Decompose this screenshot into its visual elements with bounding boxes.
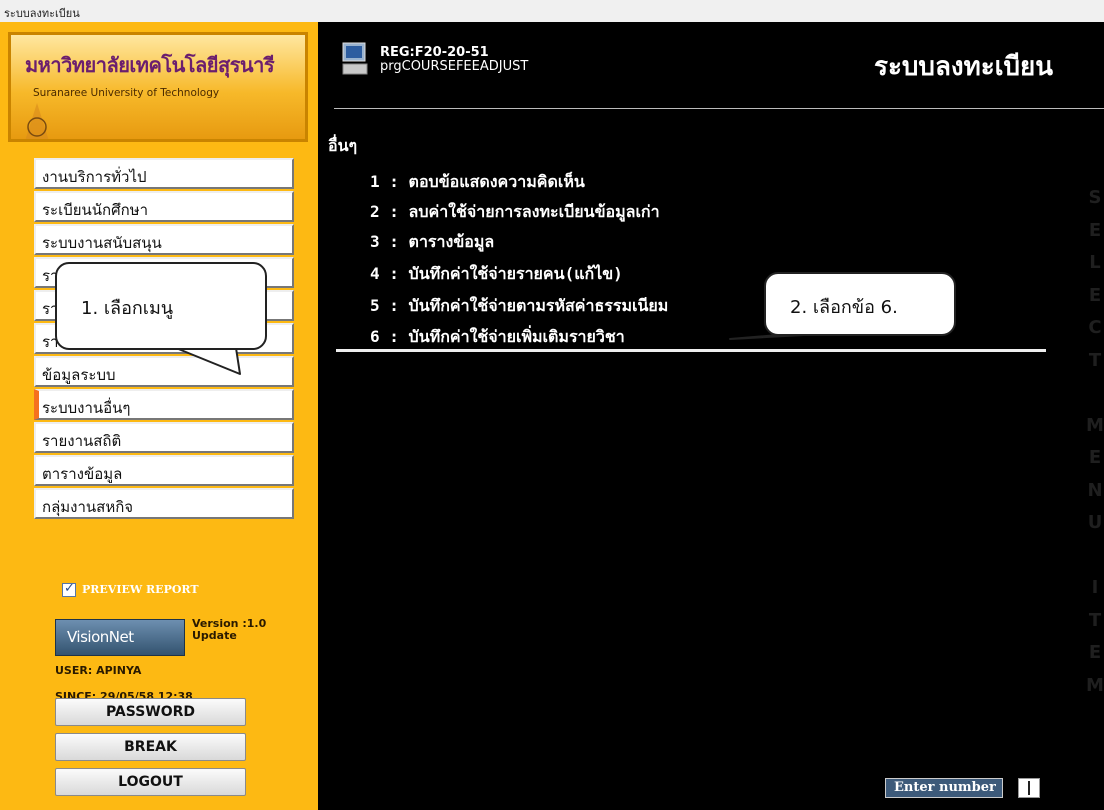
menu-option-3[interactable]: 3 : ตารางข้อมูล (370, 230, 494, 255)
preview-report-checkbox[interactable]: ✓ (62, 581, 76, 597)
menu-option-2[interactable]: 2 : ลบค่าใช้จ่ายการลงทะเบียนข้อมูลเก่า (370, 200, 660, 225)
page-title: ระบบลงทะเบียน (874, 52, 1054, 82)
menu-item-statistics-report[interactable]: รายงานสถิติ (34, 422, 294, 453)
main-panel: REG:F20-20-51 prgCOURSEFEEADJUST ระบบลงท… (318, 22, 1104, 810)
window-titlebar: ระบบลงทะเบียน (0, 0, 1104, 23)
logo-thai-name: มหาวิทยาลัยเทคโนโลยีสุรนารี (25, 53, 275, 77)
menu-item-general-services[interactable]: งานบริการทั่วไป (34, 158, 294, 189)
menu-item-support-system[interactable]: ระบบงานสนับสนุน (34, 224, 294, 255)
menu-item-data-table[interactable]: ตารางข้อมูล (34, 455, 294, 486)
university-logo: มหาวิทยาลัยเทคโนโลยีสุรนารี Suranaree Un… (8, 32, 308, 142)
user-label: USER: APINYA (55, 664, 142, 677)
callout-select-item-6: 2. เลือกข้อ 6. (764, 272, 956, 336)
select-menu-item-vertical-label: SELECTMENUITEM (1086, 187, 1104, 696)
version-info: Version :1.0 Update (192, 618, 266, 642)
header-divider (334, 108, 1104, 109)
menu-option-4[interactable]: 4 : บันทึกค่าใช้จ่ายรายคน(แก้ไข) (370, 262, 623, 287)
logout-button[interactable]: LOGOUT (55, 768, 246, 796)
enter-number-label: Enter number (885, 778, 1003, 798)
menu-item-student-records[interactable]: ระเบียนนักศึกษา (34, 191, 294, 222)
computer-icon (342, 42, 368, 75)
menu-item-system-data[interactable]: ข้อมูลระบบ (34, 356, 294, 387)
break-button[interactable]: BREAK (55, 733, 246, 761)
preview-report-label: PREVIEW REPORT (82, 583, 199, 596)
menu-item-other-systems[interactable]: ระบบงานอื่นๆ (34, 389, 294, 420)
menu-option-6[interactable]: 6 : บันทึกค่าใช้จ่ายเพิ่มเติมรายวิชา (370, 325, 625, 350)
password-button[interactable]: PASSWORD (55, 698, 246, 726)
update-text: Update (192, 629, 237, 642)
menu-item-coop-group[interactable]: กลุ่มงานสหกิจ (34, 488, 294, 519)
callout-select-menu: 1. เลือกเมนู (55, 262, 267, 350)
form-code: REG:F20-20-51 (380, 45, 489, 60)
visionnet-logo: VisionNet (55, 619, 185, 656)
menu-option-1[interactable]: 1 : ตอบข้อแสดงความคิดเห็น (370, 170, 585, 195)
window-title: ระบบลงทะเบียน (4, 7, 80, 20)
sidebar: มหาวิทยาลัยเทคโนโลยีสุรนารี Suranaree Un… (0, 22, 318, 810)
enter-number-input[interactable] (1018, 778, 1040, 798)
section-title: อื่นๆ (328, 136, 358, 155)
program-name: prgCOURSEFEEADJUST (380, 59, 529, 74)
menu-option-5[interactable]: 5 : บันทึกค่าใช้จ่ายตามรหัสค่าธรรมเนียม (370, 294, 668, 319)
logo-english-name: Suranaree University of Technology (33, 87, 220, 99)
selection-underline (336, 349, 1046, 352)
